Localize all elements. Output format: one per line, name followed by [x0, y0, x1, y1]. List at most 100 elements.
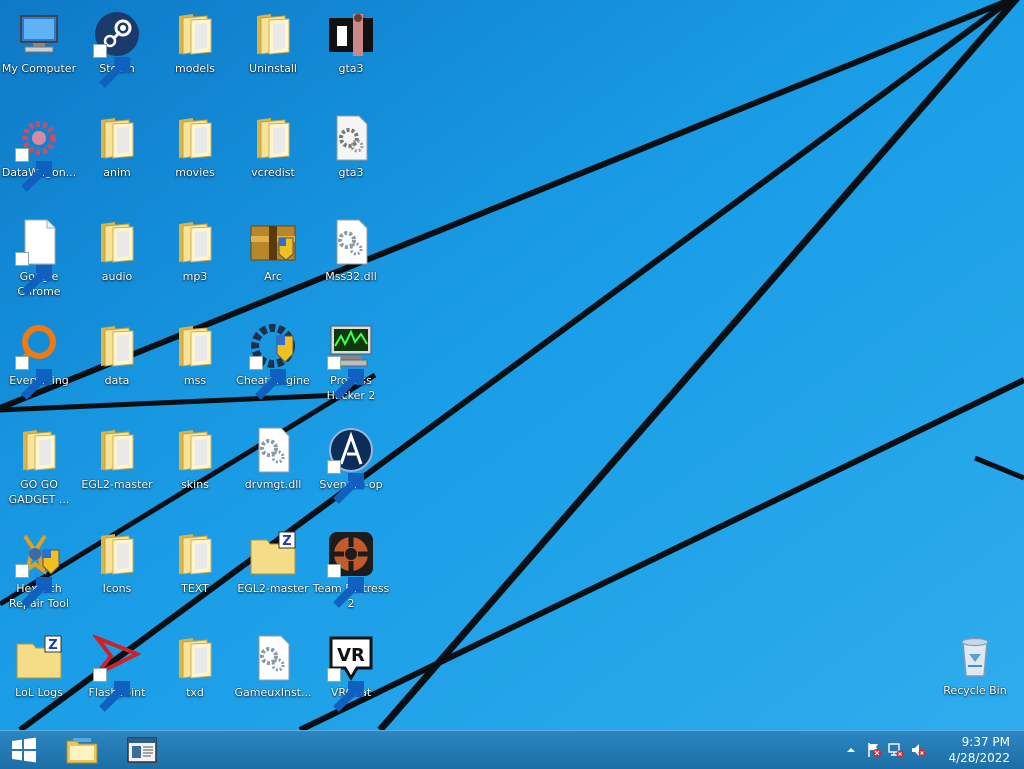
recycle-bin[interactable]: Recycle Bin: [936, 628, 1014, 720]
recycle-bin-icon: [951, 632, 999, 680]
desktop-icon-models[interactable]: models: [156, 6, 234, 98]
shortcut-arrow-icon: [327, 460, 364, 504]
desktop-icon-label: data: [104, 374, 130, 387]
datawagon-icon: [15, 114, 63, 192]
desktop-icon-label: Uninstall: [249, 62, 297, 75]
desktop-icon-icons[interactable]: Icons: [78, 526, 156, 618]
shortcut-arrow-icon: [327, 668, 364, 712]
shortcut-arrow-icon: [15, 356, 52, 400]
desktop-icon-label: mss: [183, 374, 207, 387]
shortcut-arrow-icon: [15, 148, 52, 192]
desktop-icon-steam[interactable]: Steam: [78, 6, 156, 98]
desktop-icon-datawagon[interactable]: DataWagon...: [0, 110, 78, 202]
desktop-icon-cheat-engine[interactable]: Cheat Engine: [234, 318, 312, 410]
desktop[interactable]: My Computer Steam models Uninstall gta3 DataW…: [0, 0, 1024, 730]
taskbar-file-explorer[interactable]: [58, 731, 106, 769]
folder-icon: [15, 426, 63, 474]
desktop-icon-egl2-master[interactable]: Z EGL2-master: [234, 526, 312, 618]
desktop-icon-lol-logs[interactable]: Z LoL Logs: [0, 630, 78, 722]
desktop-icon-label: EGL2-master: [81, 478, 153, 491]
desktop-icon-gta3[interactable]: gta3: [312, 6, 390, 98]
taskbar-app-window[interactable]: [118, 731, 166, 769]
gta3-exe-icon: [327, 10, 375, 58]
desktop-icon-skins[interactable]: skins: [156, 422, 234, 514]
desktop-icon-process-hacker-2[interactable]: Process Hacker 2: [312, 318, 390, 410]
shortcut-arrow-icon: [327, 356, 364, 400]
folder-icon: [249, 114, 297, 162]
start-button[interactable]: [0, 731, 48, 769]
process-hacker-icon: [327, 322, 375, 400]
folder-icon: [171, 10, 219, 58]
desktop-icon-label: drvmgt.dll: [244, 478, 302, 491]
desktop-icon-drvmgt-dll[interactable]: drvmgt.dll: [234, 422, 312, 514]
computer-icon: [15, 10, 63, 58]
desktop-icon-label: GameuxInst...: [234, 686, 312, 699]
desktop-icon-text[interactable]: TEXT: [156, 526, 234, 618]
show-hidden-icons-button[interactable]: [844, 731, 858, 769]
dll-file-icon: [249, 634, 297, 682]
desktop-icon-label: Mss32.dll: [325, 270, 377, 283]
desktop-icon-egl2-master[interactable]: EGL2-master: [78, 422, 156, 514]
folder-icon: [171, 218, 219, 266]
desktop-icon-vrchat[interactable]: VR VRChat: [312, 630, 390, 722]
desktop-icon-mss[interactable]: mss: [156, 318, 234, 410]
taskbar: 9:37 PM 4/28/2022: [0, 730, 1024, 769]
desktop-icon-hextech-repair-tool[interactable]: Hextech Repair Tool: [0, 526, 78, 618]
desktop-icon-label: movies: [175, 166, 215, 179]
desktop-icon-label: gta3: [338, 62, 364, 75]
flashpoint-icon: [93, 634, 141, 712]
action-center-button[interactable]: [864, 731, 884, 769]
desktop-icon-label: EGL2-master: [237, 582, 309, 595]
desktop-icon-label: Icons: [102, 582, 132, 595]
volume-button[interactable]: [908, 731, 928, 769]
desktop-icon-arc[interactable]: Arc: [234, 214, 312, 306]
windows-logo-icon: [12, 737, 36, 763]
recycle-bin-label: Recycle Bin: [943, 684, 1007, 697]
desktop-icon-label: audio: [101, 270, 133, 283]
folder-icon: [93, 530, 141, 578]
everything-icon: [15, 322, 63, 400]
desktop-icon-anim[interactable]: anim: [78, 110, 156, 202]
folder-icon: [93, 114, 141, 162]
desktop-icon-uninstall[interactable]: Uninstall: [234, 6, 312, 98]
file-explorer-icon: [66, 738, 98, 764]
desktop-icon-team-fortress-2[interactable]: Team Fortress 2: [312, 526, 390, 618]
clock[interactable]: 9:37 PM 4/28/2022: [948, 734, 1010, 766]
folder-icon: [171, 634, 219, 682]
folder-icon: [93, 322, 141, 370]
desktop-icon-label: Arc: [264, 270, 282, 283]
desktop-icon-google-chrome[interactable]: Google Chrome: [0, 214, 78, 306]
desktop-icon-flashpoint[interactable]: Flashpoint: [78, 630, 156, 722]
desktop-icon-sven-co-op[interactable]: Sven Co-op: [312, 422, 390, 514]
desktop-icon-vcredist[interactable]: vcredist: [234, 110, 312, 202]
network-button[interactable]: [886, 731, 906, 769]
desktop-icon-label: anim: [103, 166, 131, 179]
desktop-icon-label: models: [175, 62, 215, 75]
shortcut-arrow-icon: [15, 564, 52, 608]
desktop-icon-label: gta3: [338, 166, 364, 179]
folder-icon: [171, 114, 219, 162]
system-tray: 9:37 PM 4/28/2022: [824, 731, 1024, 769]
desktop-icon-label: LoL Logs: [15, 686, 63, 699]
svg-text:VR: VR: [337, 645, 365, 666]
desktop-icon-data[interactable]: data: [78, 318, 156, 410]
desktop-icon-everything[interactable]: Everything: [0, 318, 78, 410]
desktop-icon-mp3[interactable]: mp3: [156, 214, 234, 306]
desktop-icon-audio[interactable]: audio: [78, 214, 156, 306]
folder-icon: [249, 10, 297, 58]
svg-text:Z: Z: [282, 534, 291, 549]
desktop-icon-my-computer[interactable]: My Computer: [0, 6, 78, 98]
desktop-icon-gta3[interactable]: gta3: [312, 110, 390, 202]
desktop-icon-movies[interactable]: movies: [156, 110, 234, 202]
config-file-icon: [327, 114, 375, 162]
desktop-icon-mss32-dll[interactable]: Mss32.dll: [312, 214, 390, 306]
desktop-icon-txd[interactable]: txd: [156, 630, 234, 722]
desktop-icon-go-go-gadget[interactable]: GO GO GADGET ...: [0, 422, 78, 514]
shortcut-arrow-icon: [93, 668, 130, 712]
desktop-icon-gameuxinst[interactable]: GameuxInst...: [234, 630, 312, 722]
show-hidden-icons-chevron-icon: [847, 748, 855, 752]
steam-icon: [93, 10, 141, 88]
dll-file-icon: [327, 218, 375, 266]
blank-file-icon: [15, 218, 63, 296]
desktop-icon-label: GO GO GADGET ...: [8, 478, 70, 506]
